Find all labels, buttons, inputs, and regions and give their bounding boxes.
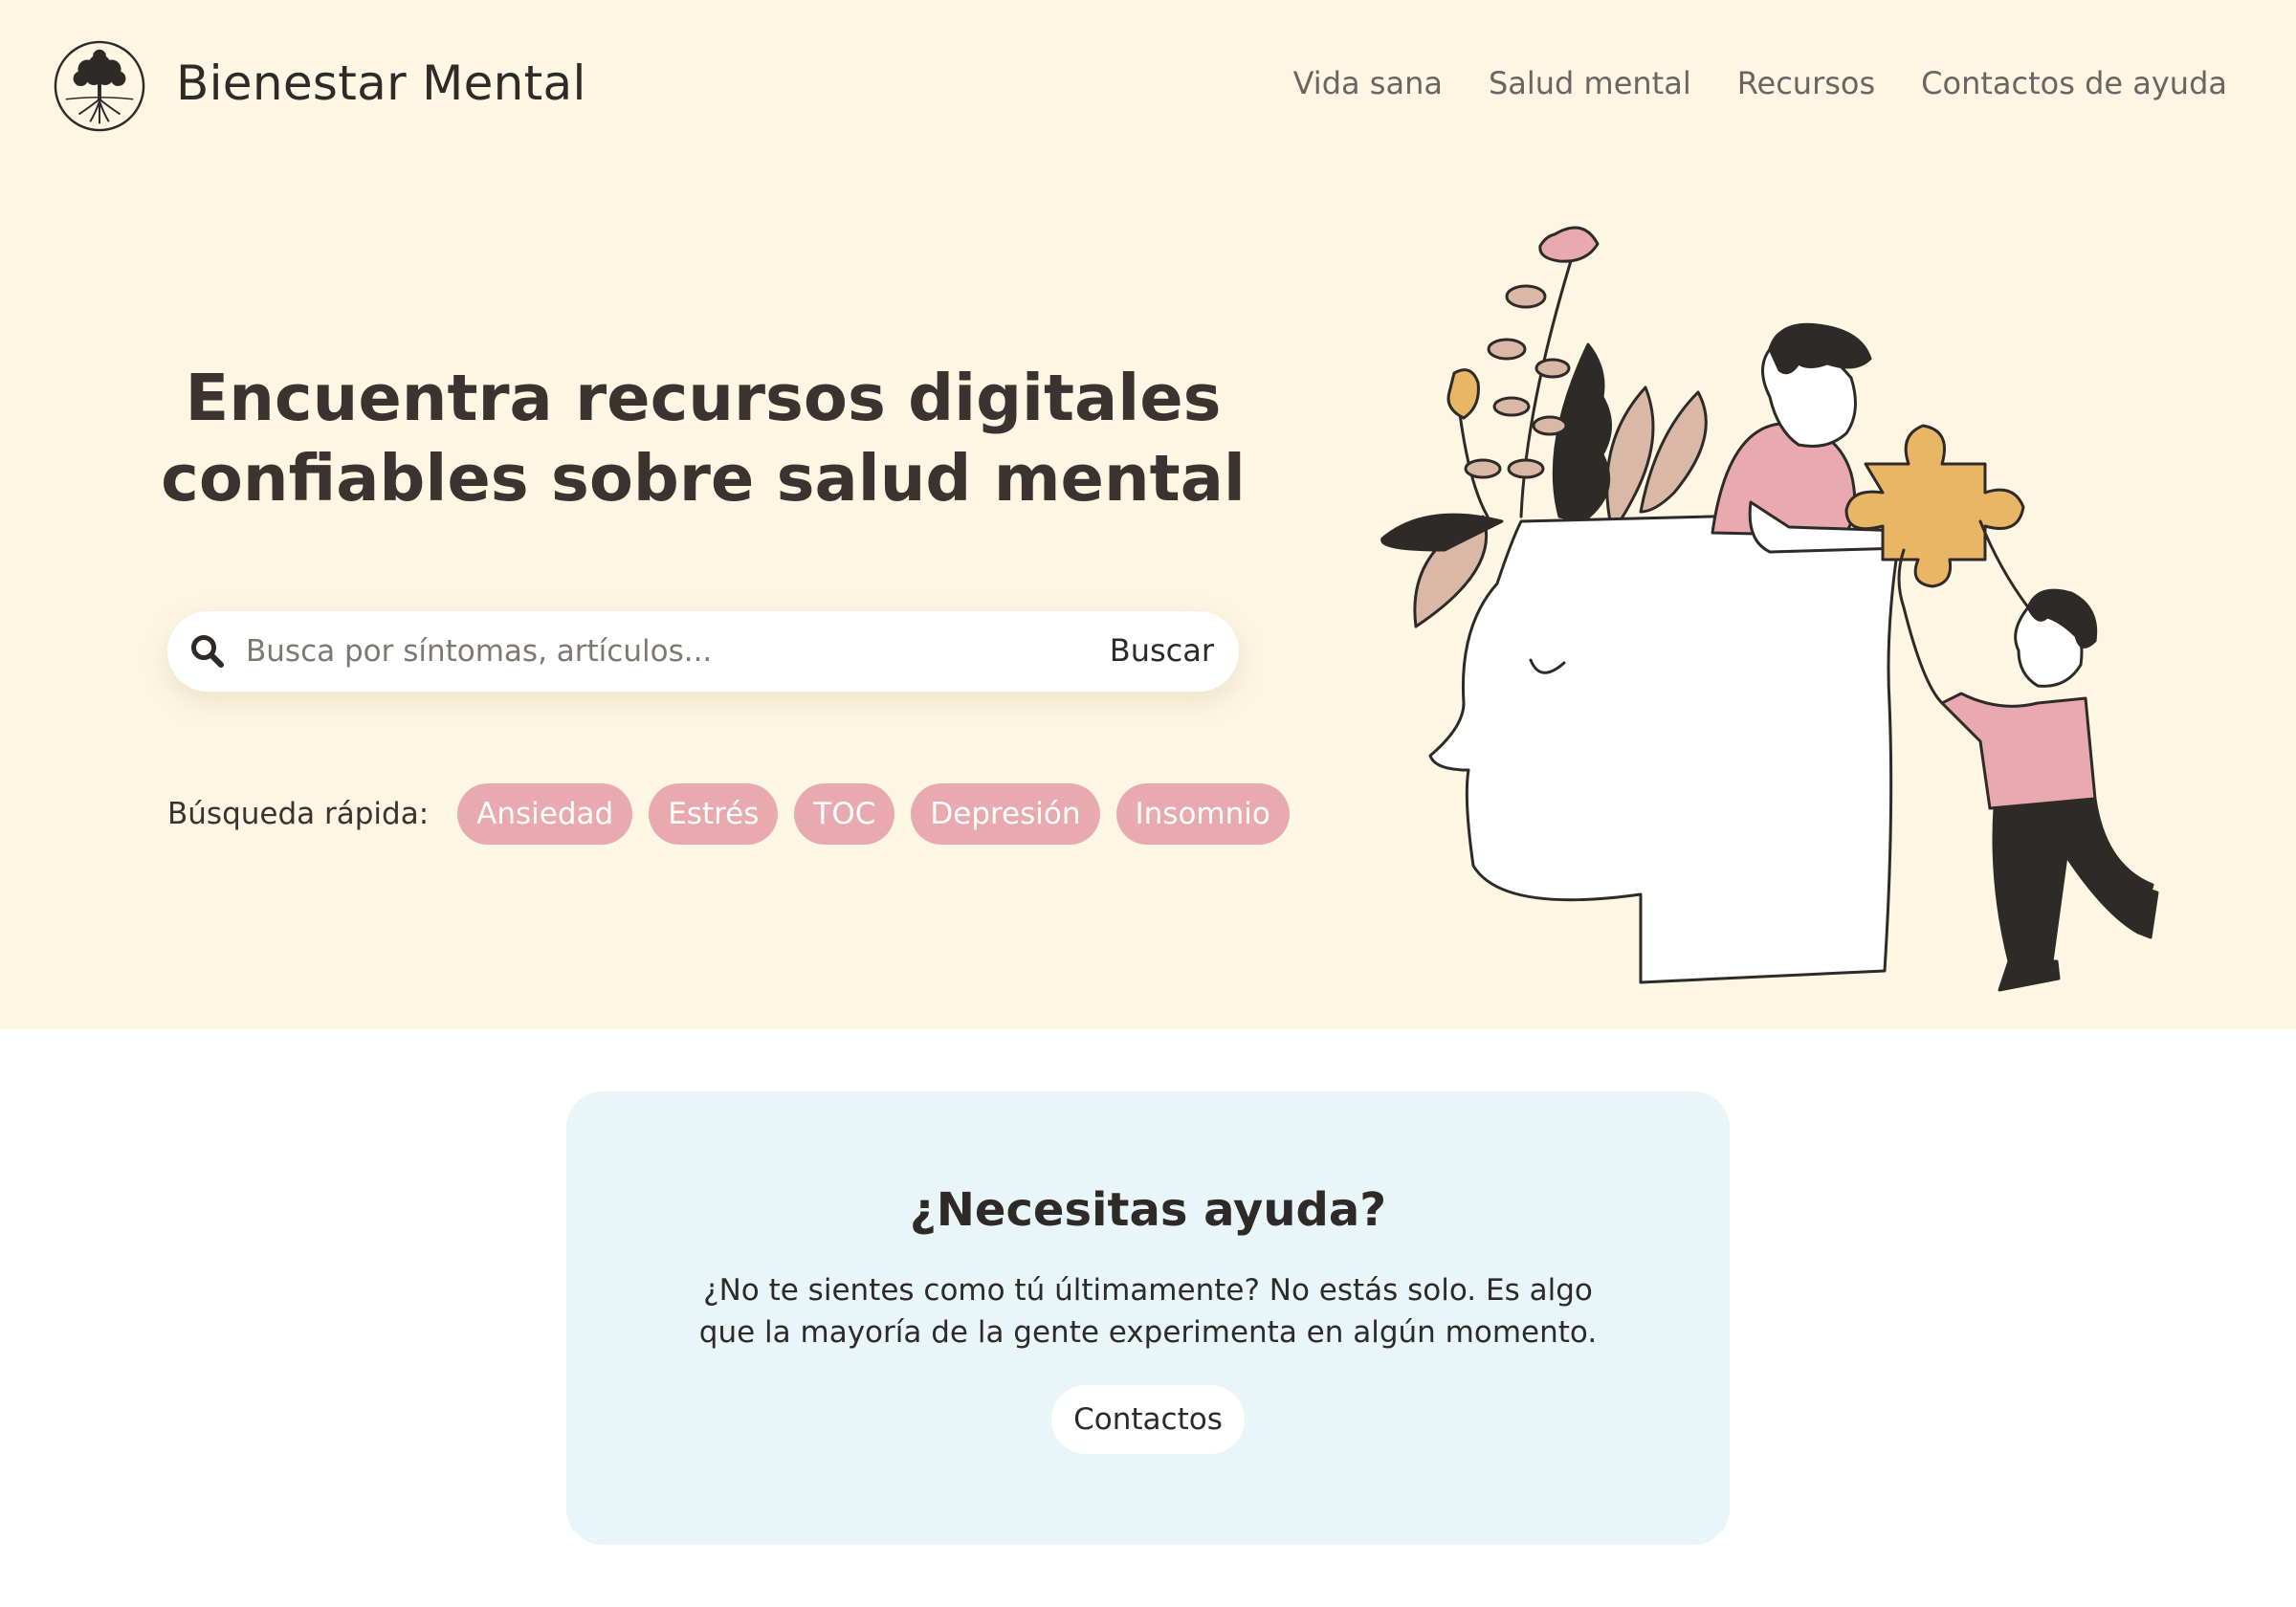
quick-search: Búsqueda rápida: Ansiedad Estrés TOC Dep… bbox=[167, 783, 1290, 845]
tag-estres[interactable]: Estrés bbox=[649, 783, 779, 845]
nav-item-recursos[interactable]: Recursos bbox=[1737, 65, 1875, 101]
tag-insomnio[interactable]: Insomnio bbox=[1115, 783, 1290, 845]
help-text: ¿No te sientes como tú últimamente? No e… bbox=[698, 1273, 1598, 1350]
nav-item-vida-sana[interactable]: Vida sana bbox=[1293, 65, 1443, 101]
people-building-mind-puzzle-illustration bbox=[1380, 226, 2159, 992]
tag-ansiedad[interactable]: Ansiedad bbox=[457, 783, 633, 845]
search-button[interactable]: Buscar bbox=[1110, 632, 1214, 669]
hero-section: Bienestar Mental Vida sana Salud mental … bbox=[0, 0, 2296, 1029]
quick-search-tags: Ansiedad Estrés TOC Depresión Insomnio bbox=[457, 783, 1290, 845]
help-title: ¿Necesitas ayuda? bbox=[909, 1183, 1387, 1237]
tag-toc[interactable]: TOC bbox=[794, 783, 895, 845]
tree-icon[interactable] bbox=[53, 39, 146, 133]
nav-item-salud-mental[interactable]: Salud mental bbox=[1489, 65, 1691, 101]
search-bar: Buscar bbox=[167, 611, 1239, 692]
hero-title-line2: confiables sobre salud mental bbox=[161, 441, 1246, 516]
search-input[interactable] bbox=[246, 625, 1030, 678]
search-icon[interactable] bbox=[188, 632, 227, 671]
contacts-button[interactable]: Contactos bbox=[1051, 1385, 1245, 1454]
hero-title-line1: Encuentra recursos digitales bbox=[185, 361, 1222, 435]
quick-search-label: Búsqueda rápida: bbox=[167, 797, 430, 831]
main-nav: Vida sana Salud mental Recursos Contacto… bbox=[1293, 65, 2227, 101]
help-card: ¿Necesitas ayuda? ¿No te sientes como tú… bbox=[566, 1091, 1730, 1545]
brand-name[interactable]: Bienestar Mental bbox=[176, 55, 586, 111]
hero-title: Encuentra recursos digitales confiables … bbox=[144, 358, 1263, 518]
tag-depresion[interactable]: Depresión bbox=[911, 783, 1100, 845]
nav-item-contactos-de-ayuda[interactable]: Contactos de ayuda bbox=[1921, 65, 2227, 101]
